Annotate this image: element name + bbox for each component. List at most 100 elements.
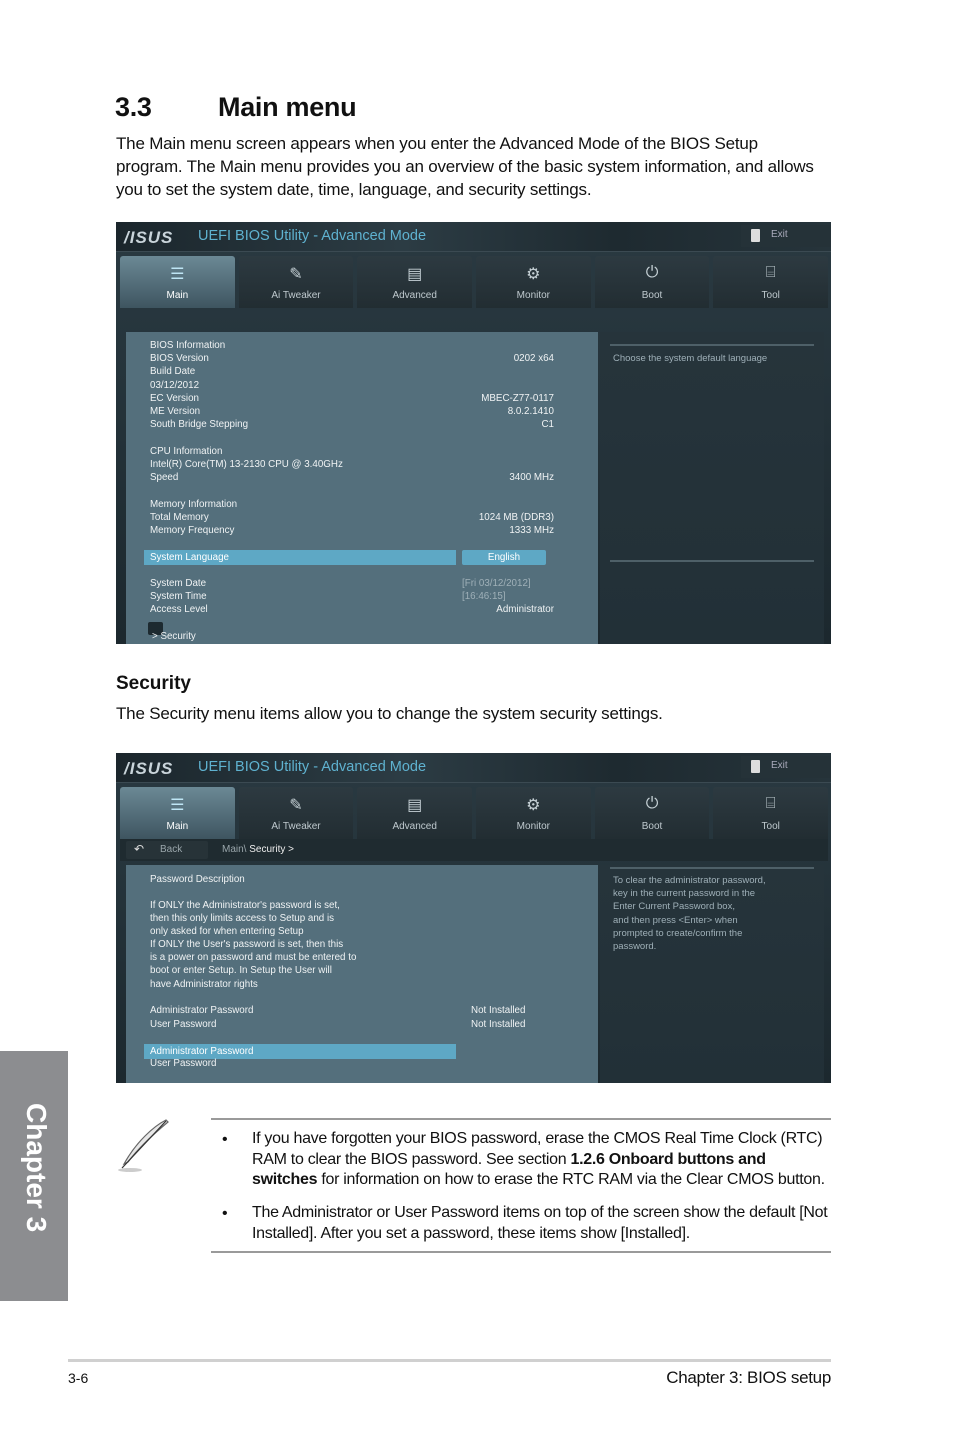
row-key: Intel(R) Core(TM) 13-2130 CPU @ 3.40GHz bbox=[150, 459, 343, 470]
row-key: CPU Information bbox=[150, 446, 223, 457]
back-label: Back bbox=[160, 844, 183, 855]
help-text: To clear the administrator password, key… bbox=[613, 875, 766, 953]
breadcrumb-parent[interactable]: Main\ bbox=[222, 844, 246, 855]
help-panel: To clear the administrator password, key… bbox=[600, 865, 824, 1083]
note-item-2: The Administrator or User Password items… bbox=[252, 1204, 828, 1242]
asus-logo: /ISUS bbox=[124, 759, 174, 778]
back-button[interactable]: ↶ Back bbox=[126, 841, 208, 859]
tab-advanced[interactable]: ▤ Advanced bbox=[357, 787, 473, 839]
tab-main[interactable]: ☰ Main bbox=[120, 256, 235, 308]
tab-label: Main bbox=[166, 290, 189, 301]
bios-title: UEFI BIOS Utility - Advanced Mode bbox=[198, 228, 427, 244]
row-value: Administrator bbox=[496, 604, 554, 615]
exit-door-icon bbox=[751, 760, 760, 773]
tab-ai-tweaker[interactable]: ✎ Ai Tweaker bbox=[238, 256, 354, 308]
note-bullet: • bbox=[222, 1205, 228, 1222]
tab-label: Boot bbox=[641, 821, 663, 832]
tab-label: Ai Tweaker bbox=[271, 821, 321, 832]
administrator-password-item[interactable]: Administrator Password bbox=[144, 1044, 456, 1059]
info-row: Memory Information bbox=[150, 499, 554, 512]
row-key: Memory Frequency bbox=[150, 525, 235, 536]
tab-advanced[interactable]: ▤ Advanced bbox=[357, 256, 473, 308]
row-value: 1333 MHz bbox=[509, 525, 554, 536]
tab-boot[interactable]: ⏻ Boot bbox=[594, 787, 710, 839]
note-bottom-rule bbox=[211, 1251, 831, 1253]
system-language-select[interactable]: English bbox=[462, 550, 546, 565]
exit-label: Exit bbox=[771, 229, 788, 240]
row-key: 03/12/2012 bbox=[150, 380, 200, 391]
footer-chapter-title: Chapter 3: BIOS setup bbox=[666, 1368, 831, 1387]
exit-label: Exit bbox=[771, 760, 788, 771]
page-number: 3-6 bbox=[68, 1370, 89, 1386]
system-time-row[interactable]: System Time [16:46:15] bbox=[150, 591, 554, 604]
help-divider bbox=[610, 344, 814, 346]
bios-tabs: ☰ Main ✎ Ai Tweaker ▤ Advanced ⚙ Monitor ⏻ Bo… bbox=[120, 256, 829, 308]
row-key: Build Date bbox=[150, 366, 196, 377]
security-panel: Password Description If ONLY the Adminis… bbox=[126, 865, 598, 1083]
bios-main-screen: /ISUS UEFI BIOS Utility - Advanced Mode … bbox=[116, 222, 831, 644]
info-row: Intel(R) Core(TM) 13-2130 CPU @ 3.40GHz bbox=[150, 459, 554, 472]
user-password-item[interactable]: User Password bbox=[150, 1058, 554, 1071]
system-date-row[interactable]: System Date [Fri 03/12/2012] bbox=[150, 578, 554, 591]
tweaker-icon: ✎ bbox=[289, 266, 303, 283]
bios-security-screen: /ISUS UEFI BIOS Utility - Advanced Mode … bbox=[116, 753, 831, 1083]
info-row: Memory Frequency 1333 MHz bbox=[150, 525, 554, 538]
system-time-field[interactable]: [16:46:15] bbox=[462, 591, 506, 602]
info-row: Speed 3400 MHz bbox=[150, 472, 554, 485]
chapter-side-tab: Chapter 3 bbox=[0, 1051, 68, 1301]
row-value: C1 bbox=[541, 419, 554, 430]
tab-label: Advanced bbox=[392, 290, 437, 301]
bios-titlebar: /ISUS UEFI BIOS Utility - Advanced Mode … bbox=[116, 753, 831, 783]
advanced-icon: ▤ bbox=[407, 266, 423, 283]
section-title: Main menu bbox=[218, 92, 357, 122]
bios-title: UEFI BIOS Utility - Advanced Mode bbox=[198, 759, 427, 775]
row-value: 1024 MB (DDR3) bbox=[478, 512, 554, 523]
tab-label: Boot bbox=[641, 290, 663, 301]
row-key: South Bridge Stepping bbox=[150, 419, 249, 430]
navigation-bar: ↶ Back Main\ Security > bbox=[120, 839, 828, 861]
row-key: System Time bbox=[150, 591, 207, 602]
quill-note-icon bbox=[118, 1119, 169, 1172]
system-language-item[interactable]: System Language bbox=[144, 550, 456, 565]
info-row: BIOS Version 0202 x64 bbox=[150, 353, 554, 366]
info-row: Build Date bbox=[150, 366, 554, 379]
row-key: ME Version bbox=[150, 406, 201, 417]
row-value: MBEC-Z77-0117 bbox=[481, 393, 554, 404]
exit-door-icon bbox=[751, 229, 760, 242]
note-text: for information on how to erase the RTC … bbox=[317, 1171, 825, 1188]
note-item-1: If you have forgotten your BIOS password… bbox=[252, 1129, 832, 1191]
tab-monitor[interactable]: ⚙ Monitor bbox=[476, 787, 591, 839]
row-key: Administrator Password bbox=[150, 1005, 254, 1016]
access-level-row: Access Level Administrator bbox=[150, 604, 554, 617]
row-value: 3400 MHz bbox=[509, 472, 554, 483]
info-row: EC Version MBEC-Z77-0117 bbox=[150, 393, 554, 406]
subsection-intro: The Security menu items allow you to cha… bbox=[116, 704, 663, 723]
row-key: Access Level bbox=[150, 604, 208, 615]
tab-boot[interactable]: ⏻ Boot bbox=[594, 256, 710, 308]
tab-tool[interactable]: ⌸ Tool bbox=[713, 787, 829, 839]
help-text: Choose the system default language bbox=[613, 353, 768, 364]
exit-button[interactable]: Exit bbox=[741, 756, 831, 778]
section-number: 3.3 bbox=[115, 92, 152, 122]
note-bullet: • bbox=[222, 1131, 228, 1148]
row-key: BIOS Version bbox=[150, 353, 209, 364]
bios-tabs: ☰ Main ✎ Ai Tweaker ▤ Advanced ⚙ Monitor ⏻ Bo… bbox=[120, 787, 829, 839]
system-date-field[interactable]: [Fri 03/12/2012] bbox=[462, 578, 531, 589]
tab-ai-tweaker[interactable]: ✎ Ai Tweaker bbox=[238, 787, 354, 839]
breadcrumb: Main\ Security > bbox=[222, 844, 294, 855]
security-submenu-item[interactable]: > Security bbox=[152, 631, 196, 642]
exit-button[interactable]: Exit bbox=[741, 225, 831, 247]
row-key: Speed bbox=[150, 472, 179, 483]
tab-label: Advanced bbox=[392, 821, 437, 832]
tab-label: Ai Tweaker bbox=[271, 290, 321, 301]
subsection-title: Security bbox=[116, 673, 191, 694]
power-icon: ⏻ bbox=[645, 264, 659, 281]
tab-main[interactable]: ☰ Main bbox=[120, 787, 235, 839]
power-icon: ⏻ bbox=[645, 795, 659, 812]
tab-tool[interactable]: ⌸ Tool bbox=[713, 256, 829, 308]
monitor-icon: ⚙ bbox=[526, 266, 541, 283]
tab-monitor[interactable]: ⚙ Monitor bbox=[476, 256, 591, 308]
intro-paragraph: The Main menu screen appears when you en… bbox=[116, 134, 814, 199]
tab-label: Monitor bbox=[516, 290, 551, 301]
password-description: If ONLY the Administrator's password is … bbox=[150, 900, 357, 990]
